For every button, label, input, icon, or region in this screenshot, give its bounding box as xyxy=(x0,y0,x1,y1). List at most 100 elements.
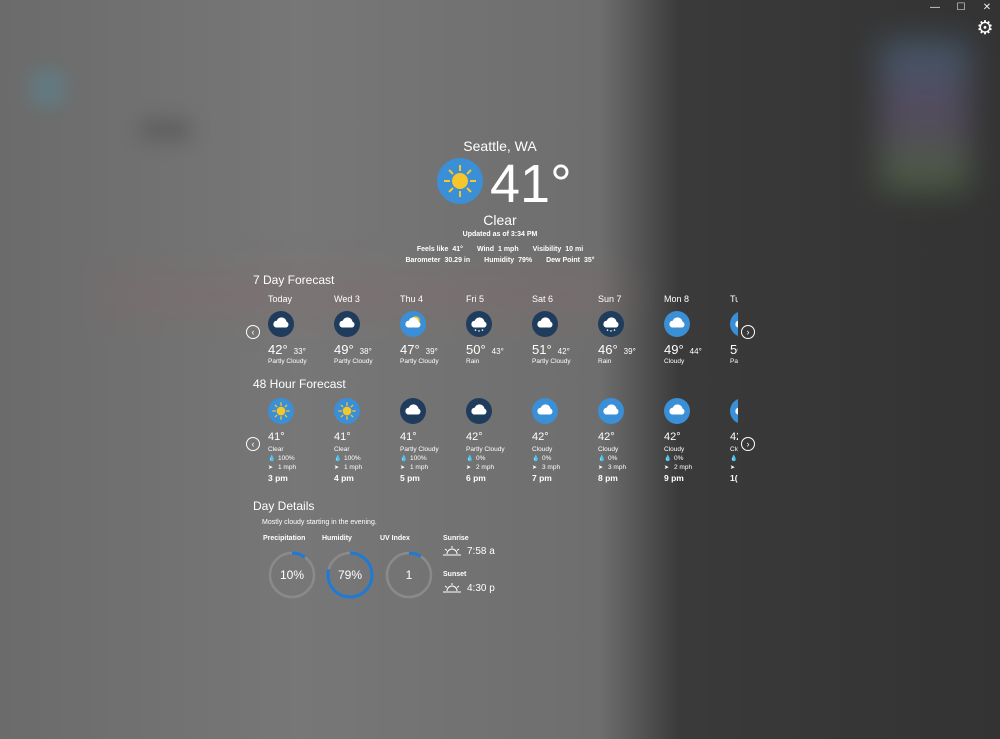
day-label: Tu xyxy=(730,294,738,304)
day-low: 43° xyxy=(491,347,504,356)
daily-prev-button[interactable]: ‹ xyxy=(246,325,260,339)
hour-wind-value: 1 mph xyxy=(410,464,429,471)
day-condition: Partly Cloudy xyxy=(268,358,307,365)
maximize-button[interactable]: ☐ xyxy=(948,0,974,16)
day-low: 42° xyxy=(557,347,570,356)
hour-precip: 💧 0% xyxy=(598,455,617,462)
hour-precip: 💧 100% xyxy=(400,455,427,462)
detail-item: Barometer 30.29 in xyxy=(405,257,470,264)
sunrise-label: Sunrise xyxy=(443,535,469,542)
hour-precip: 💧 0% xyxy=(466,455,485,462)
hourly-prev-button[interactable]: ‹ xyxy=(246,437,260,451)
day-forecast-item[interactable]: Tu 50Pa xyxy=(730,294,738,374)
day-forecast-item[interactable]: Wed 3 49° 38° Partly Cloudy xyxy=(334,294,400,374)
day-forecast-item[interactable]: Sun 7 46° 39° Rain xyxy=(598,294,664,374)
hour-wind-value: 1 mph xyxy=(278,464,297,471)
day-temps: 42° 33° xyxy=(268,341,306,359)
cloudy-icon xyxy=(532,398,558,429)
sunset-time: 4:30 p xyxy=(467,583,495,594)
day-condition: Partly Cloudy xyxy=(532,358,571,365)
day-forecast-item[interactable]: Thu 4 47° 39° Partly Cloudy xyxy=(400,294,466,374)
hour-time: 4 pm xyxy=(334,473,354,483)
hour-condition: Cloudy xyxy=(598,446,619,453)
hour-precip-value: 100% xyxy=(344,455,361,462)
hour-time: 7 pm xyxy=(532,473,552,483)
hour-forecast-item[interactable]: 42 Clo 💧 ➤ 1( xyxy=(730,398,738,490)
hour-precip-value: 0% xyxy=(674,455,684,462)
details-row-2: Barometer 30.29 in Humidity 79% Dew Point 35° xyxy=(250,257,750,264)
day-label: Today xyxy=(268,294,293,304)
detail-value: 79% xyxy=(518,257,533,264)
day-forecast-item[interactable]: Mon 8 49° 44° Cloudy xyxy=(664,294,730,374)
hour-precip-value: 100% xyxy=(278,455,295,462)
hour-wind-value: 2 mph xyxy=(674,464,693,471)
day-high: 50 xyxy=(730,342,738,357)
partly-cloudy-night-icon xyxy=(532,311,558,342)
gear-icon[interactable]: ⚙ xyxy=(974,18,996,40)
humidity-gauge: 79% xyxy=(326,551,374,599)
precipitation-value: 10% xyxy=(280,568,304,582)
day-forecast-item[interactable]: Today 42° 33° Partly Cloudy xyxy=(268,294,334,374)
wind-arrow-icon: ➤ xyxy=(598,465,604,471)
detail-label: Visibility xyxy=(532,246,562,253)
day-condition: Partly Cloudy xyxy=(334,358,373,365)
day-high: 46° xyxy=(598,342,618,357)
hourly-next-button[interactable]: › xyxy=(741,437,755,451)
day-forecast-item[interactable]: Fri 5 50° 43° Rain xyxy=(466,294,532,374)
day-temps: 46° 39° xyxy=(598,341,636,359)
current-condition: Clear xyxy=(483,212,517,228)
hour-temp: 42 xyxy=(730,431,738,443)
hour-forecast-item[interactable]: 41° Clear 💧 100% ➤ 1 mph 3 pm xyxy=(268,398,334,490)
close-button[interactable]: ✕ xyxy=(974,0,1000,16)
hour-forecast-item[interactable]: 41° Partly Cloudy 💧 100% ➤ 1 mph 5 pm xyxy=(400,398,466,490)
day-label: Mon 8 xyxy=(664,294,690,304)
day-low: 33° xyxy=(293,347,306,356)
minimize-button[interactable]: — xyxy=(922,0,948,16)
hour-forecast-item[interactable]: 42° Cloudy 💧 0% ➤ 2 mph 9 pm xyxy=(664,398,730,490)
daily-next-button[interactable]: › xyxy=(741,325,755,339)
hour-temp: 42° xyxy=(466,431,483,443)
drop-icon: 💧 xyxy=(334,456,342,462)
detail-item: Humidity 79% xyxy=(484,257,532,264)
day-condition: Partly Cloudy xyxy=(400,358,439,365)
partly-cloudy-night-icon xyxy=(466,398,492,429)
hour-forecast-item[interactable]: 41° Clear 💧 100% ➤ 1 mph 4 pm xyxy=(334,398,400,490)
day-forecast-item[interactable]: Sat 6 51° 42° Partly Cloudy xyxy=(532,294,598,374)
hour-condition: Clo xyxy=(730,446,738,453)
hour-wind-value: 3 mph xyxy=(542,464,561,471)
hour-precip: 💧 0% xyxy=(664,455,683,462)
hour-condition: Cloudy xyxy=(532,446,553,453)
drop-icon: 💧 xyxy=(466,456,474,462)
hour-precip-value: 0% xyxy=(476,455,486,462)
wind-arrow-icon: ➤ xyxy=(334,465,340,471)
day-temps: 49° 44° xyxy=(664,341,702,359)
detail-item: Wind 1 mph xyxy=(477,246,519,253)
day-high: 49° xyxy=(664,342,684,357)
precipitation-gauge: 10% xyxy=(268,551,316,599)
drop-icon: 💧 xyxy=(532,456,540,462)
detail-value: 35° xyxy=(583,257,595,264)
drop-icon: 💧 xyxy=(730,456,738,462)
day-high: 50° xyxy=(466,342,486,357)
hour-temp: 42° xyxy=(532,431,549,443)
hour-condition: Cloudy xyxy=(664,446,685,453)
day-label: Sun 7 xyxy=(598,294,622,304)
wind-arrow-icon: ➤ xyxy=(400,465,406,471)
hour-precip-value: 0% xyxy=(608,455,618,462)
hour-condition: Partly Cloudy xyxy=(400,446,439,453)
hour-wind-value: 3 mph xyxy=(608,464,627,471)
sunset-label: Sunset xyxy=(443,571,467,578)
humidity-value: 79% xyxy=(338,568,362,582)
day-low: 39° xyxy=(623,347,636,356)
precipitation-label: Precipitation xyxy=(263,535,306,542)
hour-wind: ➤ 1 mph xyxy=(400,464,428,471)
hour-forecast-item[interactable]: 42° Cloudy 💧 0% ➤ 3 mph 7 pm xyxy=(532,398,598,490)
details-title: Day Details xyxy=(253,499,315,513)
hour-forecast-item[interactable]: 42° Partly Cloudy 💧 0% ➤ 2 mph 6 pm xyxy=(466,398,532,490)
day-low: 39° xyxy=(425,347,438,356)
detail-item: Dew Point 35° xyxy=(546,257,594,264)
hour-forecast-item[interactable]: 42° Cloudy 💧 0% ➤ 3 mph 8 pm xyxy=(598,398,664,490)
hour-time: 1( xyxy=(730,473,738,483)
rain-icon xyxy=(598,311,624,342)
hourly-carousel: 41° Clear 💧 100% ➤ 1 mph 3 pm 41° Clear 💧 100% ➤ 1 m… xyxy=(268,398,738,490)
